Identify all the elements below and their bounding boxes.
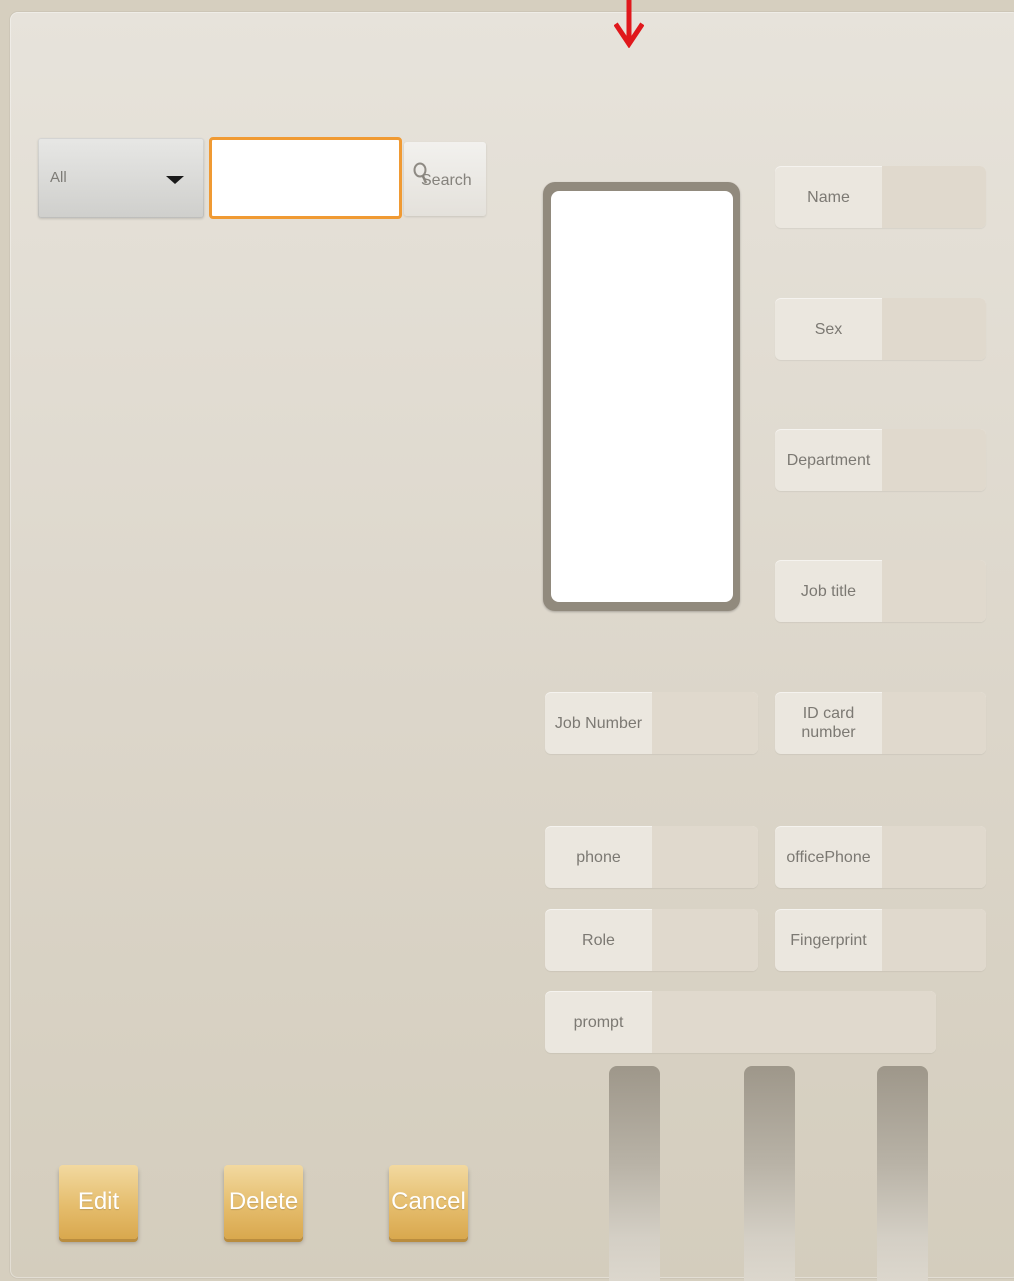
field-sex: Sex <box>775 298 986 360</box>
field-id-card-number-value[interactable] <box>882 692 986 754</box>
user-photo[interactable] <box>551 191 733 602</box>
field-prompt: prompt <box>545 991 936 1053</box>
search-button-label: Search <box>421 172 472 189</box>
field-role-label: Role <box>582 931 615 949</box>
edit-button[interactable]: Edit <box>59 1165 138 1239</box>
field-department-label: Department <box>786 451 871 469</box>
field-role-value[interactable] <box>652 909 758 971</box>
filter-dropdown[interactable]: All <box>38 138 204 218</box>
field-job-number: Job Number <box>545 692 758 754</box>
field-prompt-value[interactable] <box>652 991 936 1053</box>
filter-selected-value: All <box>50 169 67 186</box>
field-name-label: Name <box>807 188 850 206</box>
decorative-pillar <box>609 1066 660 1281</box>
decorative-pillar <box>744 1066 795 1281</box>
arrow-down-icon <box>614 0 644 48</box>
cancel-button[interactable]: Cancel <box>389 1165 468 1239</box>
field-department: Department <box>775 429 986 491</box>
field-prompt-label: prompt <box>573 1013 624 1031</box>
decorative-pillar <box>877 1066 928 1281</box>
field-sex-label: Sex <box>814 320 843 338</box>
field-office-phone: officePhone <box>775 826 986 888</box>
field-job-number-value[interactable] <box>652 692 758 754</box>
field-id-card-number: ID card number <box>775 692 986 754</box>
field-job-title-label: Job title <box>800 582 857 600</box>
field-job-title: Job title <box>775 560 986 622</box>
field-sex-value[interactable] <box>882 298 986 360</box>
search-input[interactable] <box>209 137 402 219</box>
caret-down-icon <box>166 176 184 184</box>
field-fingerprint-label: Fingerprint <box>790 931 867 949</box>
field-office-phone-value[interactable] <box>882 826 986 888</box>
field-fingerprint-value[interactable] <box>882 909 986 971</box>
field-name-value[interactable] <box>882 166 986 228</box>
field-name: Name <box>775 166 986 228</box>
photo-frame <box>543 182 740 611</box>
field-department-value[interactable] <box>882 429 986 491</box>
field-job-number-label: Job Number <box>554 714 643 732</box>
field-phone-label: phone <box>576 848 621 866</box>
delete-button[interactable]: Delete <box>224 1165 303 1239</box>
field-phone: phone <box>545 826 758 888</box>
field-phone-value[interactable] <box>652 826 758 888</box>
field-id-card-number-label: ID card number <box>801 705 856 741</box>
field-job-title-value[interactable] <box>882 560 986 622</box>
field-fingerprint: Fingerprint <box>775 909 986 971</box>
search-button[interactable]: Search <box>404 142 486 216</box>
field-office-phone-label: officePhone <box>786 848 871 866</box>
field-role: Role <box>545 909 758 971</box>
